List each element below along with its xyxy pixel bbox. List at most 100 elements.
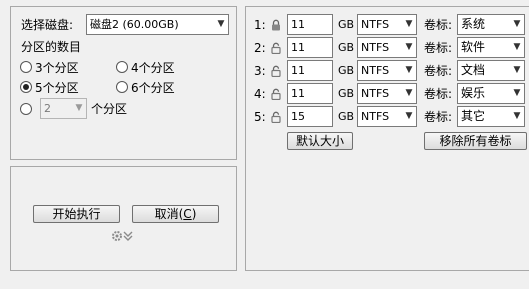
volume-label-caption: 卷标: [424,87,453,101]
custom-partition-suffix: 个分区 [91,102,128,116]
filesystem-select[interactable]: NTFS ▼ [357,83,417,104]
radio-3-partitions[interactable]: 3个分区 [20,59,79,75]
partition-size-input[interactable]: 11 [287,14,333,35]
cancel-label-prefix: 取消( [154,207,184,221]
volume-label-value: 系统 [461,17,486,31]
size-unit: GB [338,87,355,100]
volume-label-select[interactable]: 系统 ▼ [457,14,525,35]
start-button[interactable]: 开始执行 [33,205,120,223]
size-value: 15 [291,110,305,123]
disk-select[interactable]: 磁盘2 (60.00GB) ▼ [86,14,229,35]
disk-select-value: 磁盘2 (60.00GB) [90,18,179,31]
custom-partition-count-select[interactable]: 2 ▼ [40,98,87,119]
settings-expand-icon[interactable] [111,229,139,243]
chevron-down-icon: ▼ [75,103,83,113]
radio-6-partitions[interactable]: 6个分区 [116,79,175,95]
size-unit: GB [338,110,355,123]
size-value: 11 [291,41,305,54]
radio-label: 3个分区 [35,60,79,75]
partition-index: 1: [254,18,266,32]
partition-size-input[interactable]: 11 [287,37,333,58]
default-size-label: 默认大小 [295,134,344,148]
chevron-down-icon: ▼ [513,65,521,75]
filesystem-value: NTFS [361,41,390,54]
partition-count-label: 分区的数目 [21,40,82,54]
radio-button[interactable] [20,103,32,115]
partition-row: 1: 11 GB NTFS ▼ 卷标: 系统 ▼ [246,14,529,36]
chevron-down-icon: ▼ [405,88,413,98]
filesystem-select[interactable]: NTFS ▼ [357,14,417,35]
partition-row: 4: 11 GB NTFS ▼ 卷标: 娱乐 ▼ [246,83,529,105]
disk-select-label: 选择磁盘: [21,18,74,32]
filesystem-select[interactable]: NTFS ▼ [357,37,417,58]
chevron-down-icon: ▼ [405,65,413,75]
disk-settings-panel: 选择磁盘: 磁盘2 (60.00GB) ▼ 分区的数目 3个分区 4个分区 5个… [10,6,237,160]
volume-label-value: 其它 [461,109,486,123]
volume-label-caption: 卷标: [424,110,453,124]
remove-all-labels-button[interactable]: 移除所有卷标 [424,132,527,150]
radio-label: 4个分区 [131,60,175,75]
volume-label-value: 软件 [461,40,486,54]
partition-size-input[interactable]: 15 [287,106,333,127]
radio-button[interactable] [116,81,128,93]
partition-index: 4: [254,87,266,101]
radio-custom-partitions[interactable] [20,101,35,117]
lock-open-icon[interactable] [270,111,282,123]
filesystem-value: NTFS [361,18,390,31]
radio-4-partitions[interactable]: 4个分区 [116,59,175,75]
partition-index: 5: [254,110,266,124]
partition-index: 2: [254,41,266,55]
chevron-down-icon: ▼ [405,111,413,121]
filesystem-select[interactable]: NTFS ▼ [357,106,417,127]
size-value: 11 [291,87,305,100]
remove-all-labels-label: 移除所有卷标 [439,134,512,148]
partition-index: 3: [254,64,266,78]
volume-label-select[interactable]: 文档 ▼ [457,60,525,81]
radio-5-partitions[interactable]: 5个分区 [20,79,79,95]
partition-row: 3: 11 GB NTFS ▼ 卷标: 文档 ▼ [246,60,529,82]
radio-button-checked[interactable] [20,81,32,93]
cancel-label-suffix: ) [191,207,197,221]
chevron-down-icon: ▼ [513,88,521,98]
filesystem-value: NTFS [361,64,390,77]
volume-label-select[interactable]: 娱乐 ▼ [457,83,525,104]
partition-row: 2: 11 GB NTFS ▼ 卷标: 软件 ▼ [246,37,529,59]
chevron-down-icon: ▼ [405,42,413,52]
radio-label: 6个分区 [131,80,175,95]
volume-label-caption: 卷标: [424,64,453,78]
partition-size-input[interactable]: 11 [287,83,333,104]
volume-label-value: 文档 [461,63,486,77]
lock-open-icon[interactable] [270,42,282,54]
chevron-down-icon: ▼ [513,111,521,121]
radio-button[interactable] [116,61,128,73]
chevron-down-icon: ▼ [513,42,521,52]
cancel-button[interactable]: 取消(C) [132,205,219,223]
filesystem-value: NTFS [361,87,390,100]
action-panel: 开始执行 取消(C) [10,166,237,271]
filesystem-select[interactable]: NTFS ▼ [357,60,417,81]
volume-label-caption: 卷标: [424,18,453,32]
radio-label: 5个分区 [35,80,79,95]
lock-open-icon[interactable] [270,88,282,100]
volume-label-caption: 卷标: [424,41,453,55]
cancel-label-accel: C [183,207,192,221]
chevron-down-icon: ▼ [513,19,521,29]
size-unit: GB [338,64,355,77]
lock-open-icon[interactable] [270,65,282,77]
filesystem-value: NTFS [361,110,390,123]
partition-row: 5: 15 GB NTFS ▼ 卷标: 其它 ▼ [246,106,529,128]
chevron-down-icon: ▼ [405,19,413,29]
partition-table-panel: 1: 11 GB NTFS ▼ 卷标: 系统 ▼ 2: 11 GB NTFS ▼… [245,6,529,271]
radio-button[interactable] [20,61,32,73]
lock-closed-icon[interactable] [270,19,282,31]
partition-size-input[interactable]: 11 [287,60,333,81]
size-unit: GB [338,41,355,54]
default-size-button[interactable]: 默认大小 [287,132,353,150]
start-button-label: 开始执行 [52,207,101,221]
volume-label-select[interactable]: 其它 ▼ [457,106,525,127]
volume-label-select[interactable]: 软件 ▼ [457,37,525,58]
chevron-down-icon: ▼ [217,19,225,29]
volume-label-value: 娱乐 [461,86,486,100]
size-unit: GB [338,18,355,31]
size-value: 11 [291,18,305,31]
